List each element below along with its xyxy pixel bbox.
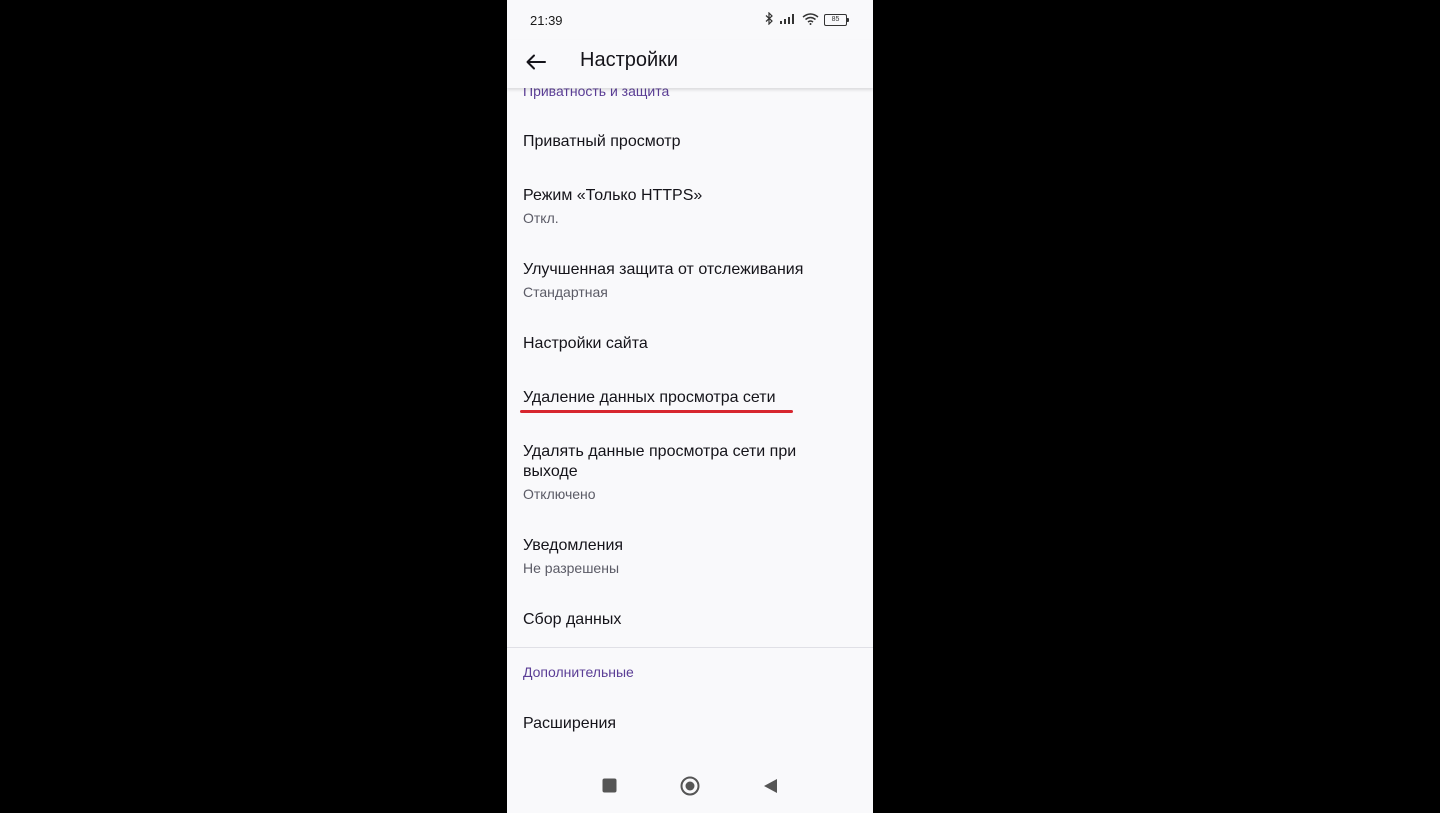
section-header-privacy: Приватность и защита [523,88,670,99]
system-back-button[interactable] [760,778,780,798]
signal-icon [779,13,797,28]
section-header-advanced: Дополнительные [523,664,634,680]
setting-data-collection[interactable]: Сбор данных [507,588,873,646]
status-icons: 85 [765,11,849,28]
setting-extensions[interactable]: Расширения [507,692,873,746]
app-bar: Настройки [507,40,873,88]
system-nav-bar [507,760,873,813]
back-triangle-icon [763,778,778,799]
bluetooth-icon [765,11,774,28]
setting-title: Удалять данные просмотра сети при выходе [523,443,797,480]
battery-icon: 85 [824,14,849,26]
status-time: 21:39 [530,13,563,28]
back-button[interactable] [521,49,551,79]
setting-summary: Не разрешены [523,560,620,576]
recents-button[interactable] [599,778,619,798]
setting-title: Удаление данных просмотра сети [523,389,776,406]
setting-title: Улучшенная защита от отслеживания [523,261,804,278]
highlight-underline [520,410,793,413]
phone-screen: 21:39 85 Настройки Приватность и защита … [507,0,873,813]
setting-summary: Отключено [523,486,596,502]
page-title: Настройки [580,49,679,71]
setting-title: Уведомления [523,537,624,554]
section-divider [507,647,873,648]
setting-tracking-protection[interactable]: Улучшенная защита от отслеживания Станда… [507,238,873,312]
wifi-icon [802,12,819,28]
setting-title: Сбор данных [523,611,622,628]
setting-site-settings[interactable]: Настройки сайта [507,312,873,366]
setting-title: Настройки сайта [523,335,648,352]
setting-https-only[interactable]: Режим «Только HTTPS» Откл. [507,164,873,238]
setting-delete-on-quit[interactable]: Удалять данные просмотра сети при выходе… [507,420,873,514]
setting-delete-browsing-data[interactable]: Удаление данных просмотра сети [507,366,873,420]
setting-title: Приватный просмотр [523,133,681,150]
home-button[interactable] [680,776,700,801]
setting-summary: Стандартная [523,284,608,300]
setting-notifications[interactable]: Уведомления Не разрешены [507,514,873,588]
arrow-left-icon [526,54,546,75]
setting-title: Режим «Только HTTPS» [523,187,703,204]
home-circle-icon [680,776,700,801]
recents-square-icon [602,778,617,798]
settings-list[interactable]: Приватность и защита Приватный просмотр … [507,88,873,748]
status-bar: 21:39 85 [507,0,873,40]
setting-summary: Откл. [523,210,559,226]
setting-title: Расширения [523,715,617,732]
setting-private-browsing[interactable]: Приватный просмотр [507,110,873,164]
